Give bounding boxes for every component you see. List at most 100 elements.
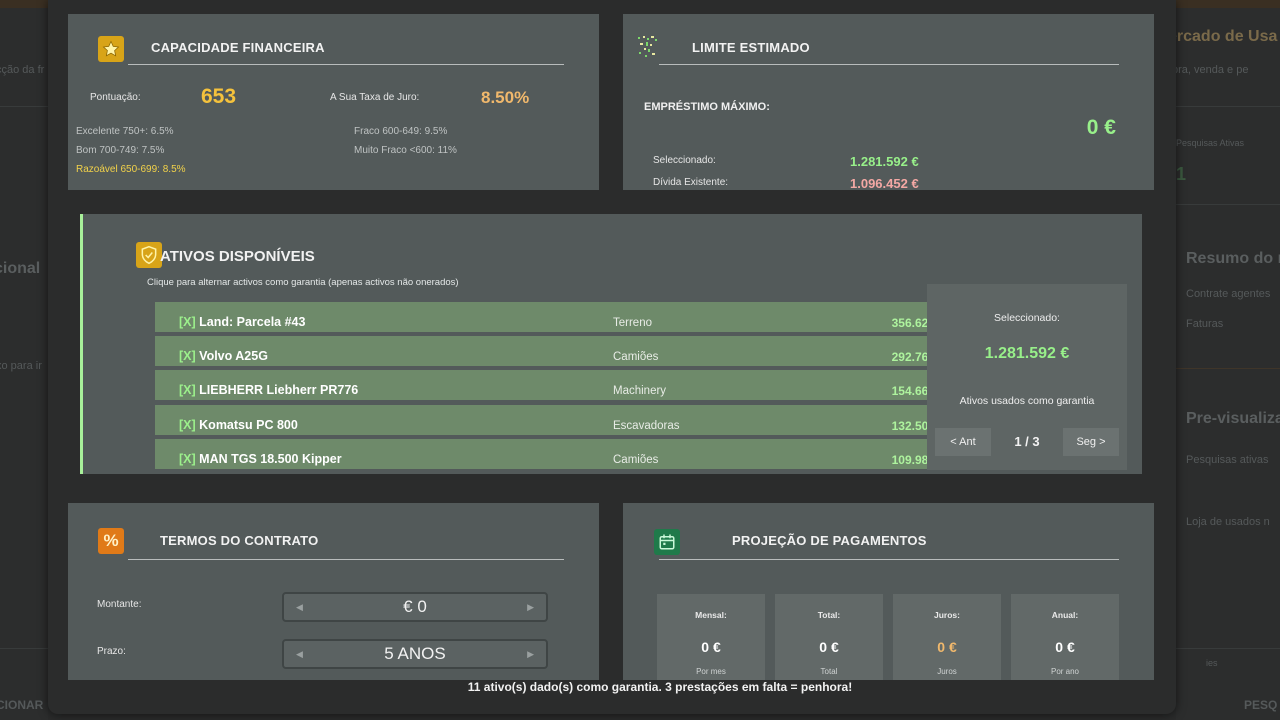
score-value: 653	[201, 85, 237, 108]
next-page-button[interactable]: Seg >	[1063, 428, 1119, 456]
card-label: Juros:	[934, 610, 960, 620]
bg-text: Resumo do m	[1186, 250, 1280, 267]
divider	[659, 559, 1119, 560]
score-label: Pontuação:	[90, 92, 141, 103]
card-label: Total:	[817, 610, 841, 620]
rate-value: 8.50%	[481, 88, 530, 107]
asset-row[interactable]: [X] MAN TGS 18.500 Kipper Camiões 109.98…	[155, 439, 969, 469]
amount-value: € 0	[403, 597, 427, 616]
collateral-summary-box: Seleccionado: 1.281.592 € Ativos usados …	[927, 284, 1127, 470]
bg-text: Faturas	[1186, 318, 1224, 330]
bg-text: cional	[0, 260, 41, 277]
interest-card: Juros: 0 € Juros	[893, 594, 1001, 680]
summary-selected-label: Seleccionado:	[994, 312, 1060, 324]
assets-subtitle: Clique para alternar activos como garant…	[147, 277, 459, 288]
debt-label: Dívida Existente:	[653, 177, 729, 188]
money-icon	[635, 34, 661, 60]
increase-term-icon[interactable]: ▶	[527, 649, 534, 660]
amount-stepper[interactable]: ◀ € 0 ▶	[282, 592, 548, 622]
card-value: 0 €	[937, 639, 957, 655]
estimated-limit-panel: LIMITE ESTIMADO EMPRÉSTIMO MÁXIMO: 0 € S…	[623, 14, 1154, 191]
divider	[128, 64, 564, 65]
asset-name: [X] LIEBHERR Liebherr PR776	[179, 383, 359, 397]
bg-text: pra, venda e pe	[1176, 64, 1249, 76]
tier-very-weak: Muito Fraco <600: 11%	[354, 145, 457, 156]
background-right-panel: ercado de Usa pra, venda e pe Pesquisas …	[1176, 8, 1280, 720]
bg-text: CIONAR	[0, 698, 44, 712]
summary-used-label: Ativos usados como garantia	[959, 395, 1095, 407]
bg-text: PESQ	[1244, 698, 1278, 712]
decrease-term-icon[interactable]: ◀	[296, 649, 303, 660]
asset-name: [X] Komatsu PC 800	[179, 418, 298, 432]
term-value: 5 ANOS	[384, 644, 446, 663]
card-label: Mensal:	[695, 610, 727, 620]
panel-title: ATIVOS DISPONÍVEIS	[160, 248, 315, 265]
asset-category: Camiões	[613, 351, 659, 363]
term-label: Prazo:	[97, 646, 126, 657]
tier-weak: Fraco 600-649: 9.5%	[354, 126, 448, 137]
loan-modal: CAPACIDADE FINANCEIRA Pontuação: 653 A S…	[48, 0, 1176, 714]
bg-text: ies	[1206, 658, 1218, 668]
card-sublabel: Por mes	[696, 667, 726, 676]
star-icon	[98, 36, 124, 62]
card-sublabel: Total	[820, 667, 838, 676]
asset-name: [X] Land: Parcela #43	[179, 315, 306, 329]
asset-row[interactable]: [X] Komatsu PC 800 Escavadoras 132.503 €	[155, 405, 969, 435]
bg-text: cção da fr	[0, 64, 45, 76]
debt-value: 1.096.452 €	[850, 176, 919, 191]
bg-text: 1	[1176, 164, 1187, 184]
asset-name: [X] Volvo A25G	[179, 349, 268, 363]
panel-title: PROJEÇÃO DE PAGAMENTOS	[732, 533, 927, 548]
asset-category: Machinery	[613, 385, 667, 397]
asset-row[interactable]: [X] LIEBHERR Liebherr PR776 Machinery 15…	[155, 370, 969, 400]
monthly-payment-card: Mensal: 0 € Por mes	[657, 594, 765, 680]
bg-text: Pesquisas Ativas	[1176, 138, 1245, 148]
background-left-panel: cção da fr cional xo para ir CIONAR	[0, 8, 48, 720]
term-stepper[interactable]: ◀ 5 ANOS ▶	[282, 639, 548, 669]
increase-amount-icon[interactable]: ▶	[527, 602, 534, 613]
bg-text: Pre-visualiza	[1186, 410, 1280, 427]
selected-value: 1.281.592 €	[850, 154, 919, 169]
asset-category: Escavadoras	[613, 420, 680, 432]
amount-label: Montante:	[97, 599, 142, 610]
divider	[128, 559, 564, 560]
max-loan-label: EMPRÉSTIMO MÁXIMO:	[644, 101, 770, 113]
collateral-warning-message: 11 ativo(s) dado(s) como garantia. 3 pre…	[467, 680, 853, 694]
asset-category: Terreno	[613, 317, 652, 329]
card-label: Anual:	[1051, 610, 1079, 620]
asset-category: Camiões	[613, 454, 659, 466]
contract-terms-panel: % TERMOS DO CONTRATO Montante: ◀ € 0 ▶ P…	[68, 503, 599, 680]
annual-payment-card: Anual: 0 € Por ano	[1011, 594, 1119, 680]
card-sublabel: Por ano	[1050, 667, 1080, 676]
tier-reasonable: Razoável 650-699: 8.5%	[76, 164, 186, 175]
card-value: 0 €	[701, 639, 721, 655]
bg-text: Loja de usados n	[1186, 516, 1270, 528]
asset-row[interactable]: [X] Land: Parcela #43 Terreno 356.626 €	[155, 302, 969, 332]
financial-capacity-panel: CAPACIDADE FINANCEIRA Pontuação: 653 A S…	[68, 14, 599, 190]
panel-title: CAPACIDADE FINANCEIRA	[151, 40, 325, 55]
bg-text: xo para ir	[0, 360, 42, 372]
percent-icon: %	[98, 528, 124, 554]
prev-page-button[interactable]: < Ant	[935, 428, 991, 456]
card-value: 0 €	[1055, 639, 1075, 655]
asset-row[interactable]: [X] Volvo A25G Camiões 292.764 €	[155, 336, 969, 366]
selected-label: Seleccionado:	[653, 155, 716, 166]
bg-text: ercado de Usa	[1176, 28, 1278, 45]
shield-check-icon	[136, 242, 162, 268]
page-indicator: 1 / 3	[1014, 434, 1040, 449]
asset-name: [X] MAN TGS 18.500 Kipper	[179, 452, 342, 466]
card-value: 0 €	[819, 639, 839, 655]
rate-label: A Sua Taxa de Juro:	[330, 92, 420, 103]
panel-title: LIMITE ESTIMADO	[692, 40, 810, 55]
tier-excellent: Excelente 750+: 6.5%	[76, 126, 174, 137]
calendar-icon	[654, 529, 680, 555]
tier-good: Bom 700-749: 7.5%	[76, 145, 165, 156]
card-sublabel: Juros	[937, 667, 957, 676]
total-payment-card: Total: 0 € Total	[775, 594, 883, 680]
panel-title: TERMOS DO CONTRATO	[160, 533, 319, 548]
summary-selected-value: 1.281.592 €	[984, 345, 1070, 362]
decrease-amount-icon[interactable]: ◀	[296, 602, 303, 613]
bg-text: Contrate agentes	[1186, 288, 1271, 300]
divider	[659, 64, 1119, 65]
max-loan-value: 0 €	[1086, 116, 1116, 139]
